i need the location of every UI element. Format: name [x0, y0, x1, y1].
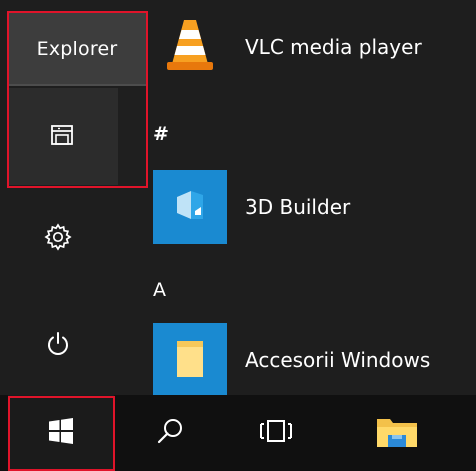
accessories-tile: [153, 323, 227, 395]
start-rail: Explorer: [0, 0, 146, 395]
3d-builder-tile: [153, 170, 227, 244]
start-menu: Explorer VLC media player # 3D Builder A…: [0, 0, 476, 395]
taskbar-explorer-button[interactable]: [352, 395, 442, 471]
gear-icon: [43, 222, 73, 256]
windows-logo-icon: [47, 417, 75, 449]
power-icon: [44, 330, 72, 362]
folder-icon: [173, 337, 207, 383]
tooltip-divider: [8, 84, 146, 86]
task-view-icon: [258, 418, 294, 448]
rail-power-button[interactable]: [8, 314, 108, 378]
explorer-tooltip: Explorer: [8, 12, 146, 86]
app-label-3d-builder: 3D Builder: [245, 195, 351, 219]
group-header-hash[interactable]: #: [153, 123, 169, 145]
taskbar: [0, 395, 476, 471]
rail-settings-button[interactable]: [8, 207, 108, 271]
rail-explorer-button[interactable]: [8, 88, 146, 185]
group-header-a[interactable]: A: [153, 279, 166, 301]
start-button[interactable]: [8, 395, 114, 471]
app-item-vlc[interactable]: VLC media player: [153, 10, 476, 84]
app-list: VLC media player # 3D Builder A Accesori…: [153, 0, 476, 395]
3d-builder-icon: [171, 185, 209, 229]
app-label-accessories: Accesorii Windows: [245, 348, 431, 372]
tooltip-label: Explorer: [36, 38, 118, 60]
app-item-accessories[interactable]: Accesorii Windows: [153, 323, 476, 395]
file-explorer-icon: [50, 123, 76, 151]
task-view-button[interactable]: [236, 395, 316, 471]
vlc-cone-icon: [164, 16, 216, 78]
folder-icon: [374, 411, 420, 455]
app-item-3d-builder[interactable]: 3D Builder: [153, 170, 476, 244]
search-button[interactable]: [130, 395, 210, 471]
vlc-tile: [153, 10, 227, 84]
search-icon: [155, 416, 185, 450]
rail-edge: [118, 88, 146, 185]
app-label-vlc: VLC media player: [245, 35, 422, 59]
